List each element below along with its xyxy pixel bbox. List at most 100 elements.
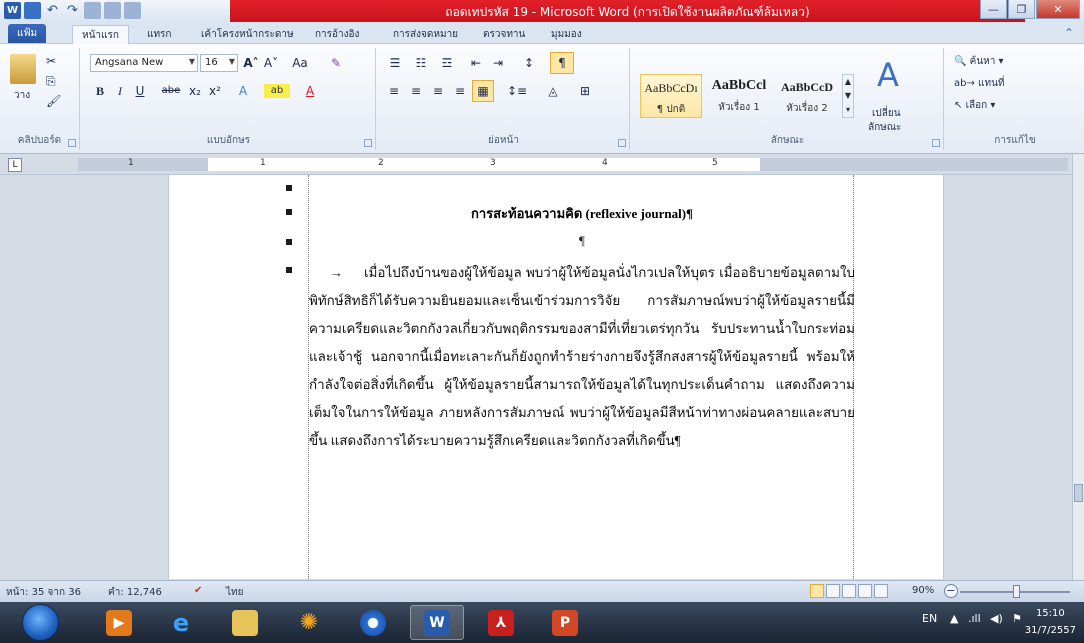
replace-button[interactable]: ab→ แทนที่ <box>954 76 1005 91</box>
change-styles-label-1[interactable]: เปลี่ยน <box>872 106 901 121</box>
clear-formatting-icon[interactable]: ✎ <box>326 54 346 72</box>
change-case-button[interactable]: Aa <box>288 54 312 72</box>
full-screen-view-icon[interactable] <box>826 584 840 598</box>
web-layout-view-icon[interactable] <box>842 584 856 598</box>
align-left-icon[interactable]: ≡ <box>384 82 404 100</box>
print-layout-view-icon[interactable] <box>810 584 824 598</box>
taskbar-browser[interactable] <box>346 605 400 640</box>
style-heading-1[interactable]: AaBbCcl หัวเรื่อง 1 <box>708 74 770 118</box>
undo-icon[interactable]: ↶ <box>44 2 61 19</box>
tab-insert[interactable]: แทรก <box>138 25 180 44</box>
paste-icon[interactable] <box>10 54 36 84</box>
outline-view-icon[interactable] <box>858 584 872 598</box>
horizontal-ruler[interactable]: 1 1 2 3 4 5 <box>78 158 1068 171</box>
action-center-flag-icon[interactable]: ⚑ <box>1012 612 1022 625</box>
strikethrough-button[interactable]: abe <box>158 82 184 100</box>
line-spacing-icon[interactable]: ↕≡ <box>504 82 530 100</box>
document-page[interactable]: การสะท้อนความคิด (reflexive journal)¶ ¶ … <box>168 175 944 579</box>
tab-mailings[interactable]: การส่งจดหมาย <box>384 25 467 44</box>
styles-launcher[interactable] <box>932 139 940 147</box>
minimize-ribbon-icon[interactable]: ⌃ <box>1064 26 1074 40</box>
volume-icon[interactable]: ◀) <box>990 612 1003 625</box>
increase-indent-icon[interactable]: ⇥ <box>488 54 508 72</box>
tab-references[interactable]: การอ้างอิง <box>306 25 368 44</box>
format-painter-icon[interactable]: 🖌 <box>46 94 61 108</box>
tab-selector[interactable]: L <box>8 158 22 172</box>
tab-home[interactable]: หน้าแรก <box>72 25 129 44</box>
draft-view-icon[interactable] <box>874 584 888 598</box>
paragraph-launcher[interactable] <box>618 139 626 147</box>
change-styles-icon[interactable]: A <box>868 56 908 94</box>
tab-file[interactable]: แฟ้ม <box>8 24 47 43</box>
align-right-icon[interactable]: ≡ <box>428 82 448 100</box>
show-formatting-icon[interactable]: ¶ <box>550 52 574 74</box>
taskbar-powerpoint[interactable]: P <box>538 605 592 640</box>
copy-icon[interactable]: ⎘ <box>46 74 56 89</box>
redo-icon[interactable]: ↷ <box>64 2 81 19</box>
zoom-level[interactable]: 90% <box>912 585 934 596</box>
document-body-paragraph[interactable]: → เมื่อไปถึงบ้านของผู้ให้ข้อมูล พบว่าผู้ใ… <box>309 259 855 455</box>
maximize-button[interactable]: ❐ <box>1008 0 1035 19</box>
font-size-combo[interactable]: 16 ▼ <box>200 54 238 72</box>
text-effects-icon[interactable]: A <box>232 82 254 100</box>
page-count[interactable]: หน้า: 35 จาก 36 <box>6 585 81 600</box>
bullets-icon[interactable]: ☰ <box>384 54 406 72</box>
highlight-color-icon[interactable]: ab <box>264 84 290 98</box>
input-language[interactable]: EN <box>922 612 937 625</box>
zoom-out-button[interactable]: − <box>944 584 958 598</box>
shading-icon[interactable]: ◬ <box>540 82 566 100</box>
style-heading-2[interactable]: AaBbCcD หัวเรื่อง 2 <box>776 74 838 118</box>
start-button[interactable] <box>22 604 59 641</box>
font-color-icon[interactable]: A <box>300 82 320 100</box>
word-logo-icon[interactable]: W <box>4 2 21 19</box>
save-icon[interactable] <box>24 2 41 19</box>
font-launcher[interactable] <box>364 139 372 147</box>
multilevel-list-icon[interactable]: ☲ <box>436 54 458 72</box>
empty-paragraph[interactable]: ¶ <box>309 233 855 249</box>
zoom-slider-thumb[interactable] <box>1013 585 1020 598</box>
italic-button[interactable]: I <box>112 82 128 100</box>
language-indicator[interactable]: ไทย <box>226 585 243 600</box>
thai-distributed-icon[interactable]: ▦ <box>472 80 494 102</box>
taskbar-file-explorer[interactable] <box>218 605 272 640</box>
taskbar-acrobat[interactable]: ⅄ <box>474 605 528 640</box>
superscript-button[interactable]: x² <box>206 82 224 100</box>
taskbar-pinwheel[interactable]: ✺ <box>282 605 336 640</box>
subscript-button[interactable]: x₂ <box>186 82 204 100</box>
network-icon[interactable]: .ıll <box>968 612 981 625</box>
tab-view[interactable]: มุมมอง <box>542 25 591 44</box>
scrollbar-thumb[interactable] <box>1074 484 1083 502</box>
shrink-font-button[interactable]: A˅ <box>262 54 280 72</box>
tab-page-layout[interactable]: เค้าโครงหน้ากระดาษ <box>192 25 303 44</box>
new-document-icon[interactable] <box>84 2 101 19</box>
vertical-scrollbar[interactable] <box>1072 154 1084 580</box>
decrease-indent-icon[interactable]: ⇤ <box>466 54 486 72</box>
system-clock[interactable]: 15:10 31/7/2557 <box>1025 605 1076 639</box>
borders-icon[interactable]: ⊞ <box>572 82 598 100</box>
minimize-button[interactable]: — <box>980 0 1007 19</box>
proofing-icon[interactable]: ✔ <box>194 585 202 596</box>
customize-qat-icon[interactable] <box>124 2 141 19</box>
styles-scroll[interactable]: ▲ ▼ ▾ <box>842 74 854 118</box>
word-count[interactable]: คำ: 12,746 <box>108 585 162 600</box>
grow-font-button[interactable]: A˄ <box>242 54 260 72</box>
underline-button[interactable]: U <box>132 82 148 100</box>
show-hidden-icons[interactable]: ▲ <box>950 612 958 625</box>
sort-icon[interactable]: ↕ <box>518 54 540 72</box>
font-name-combo[interactable]: Angsana New ▼ <box>90 54 198 72</box>
paste-label[interactable]: วาง <box>14 88 30 103</box>
numbering-icon[interactable]: ☷ <box>410 54 432 72</box>
close-button[interactable]: ✕ <box>1036 0 1080 19</box>
document-heading[interactable]: การสะท้อนความคิด (reflexive journal)¶ <box>309 203 855 224</box>
taskbar-media-player[interactable]: ▶ <box>92 605 146 640</box>
clipboard-launcher[interactable] <box>68 139 76 147</box>
bold-button[interactable]: B <box>92 82 108 100</box>
taskbar-word[interactable]: W <box>410 605 464 640</box>
style-normal[interactable]: AaBbCcDı ¶ ปกติ <box>640 74 702 118</box>
taskbar-internet-explorer[interactable]: e <box>154 605 208 640</box>
print-preview-icon[interactable] <box>104 2 121 19</box>
align-center-icon[interactable]: ≡ <box>406 82 426 100</box>
tab-review[interactable]: ตรวจทาน <box>474 25 534 44</box>
justify-icon[interactable]: ≡ <box>450 82 470 100</box>
cut-icon[interactable]: ✂ <box>46 54 56 68</box>
